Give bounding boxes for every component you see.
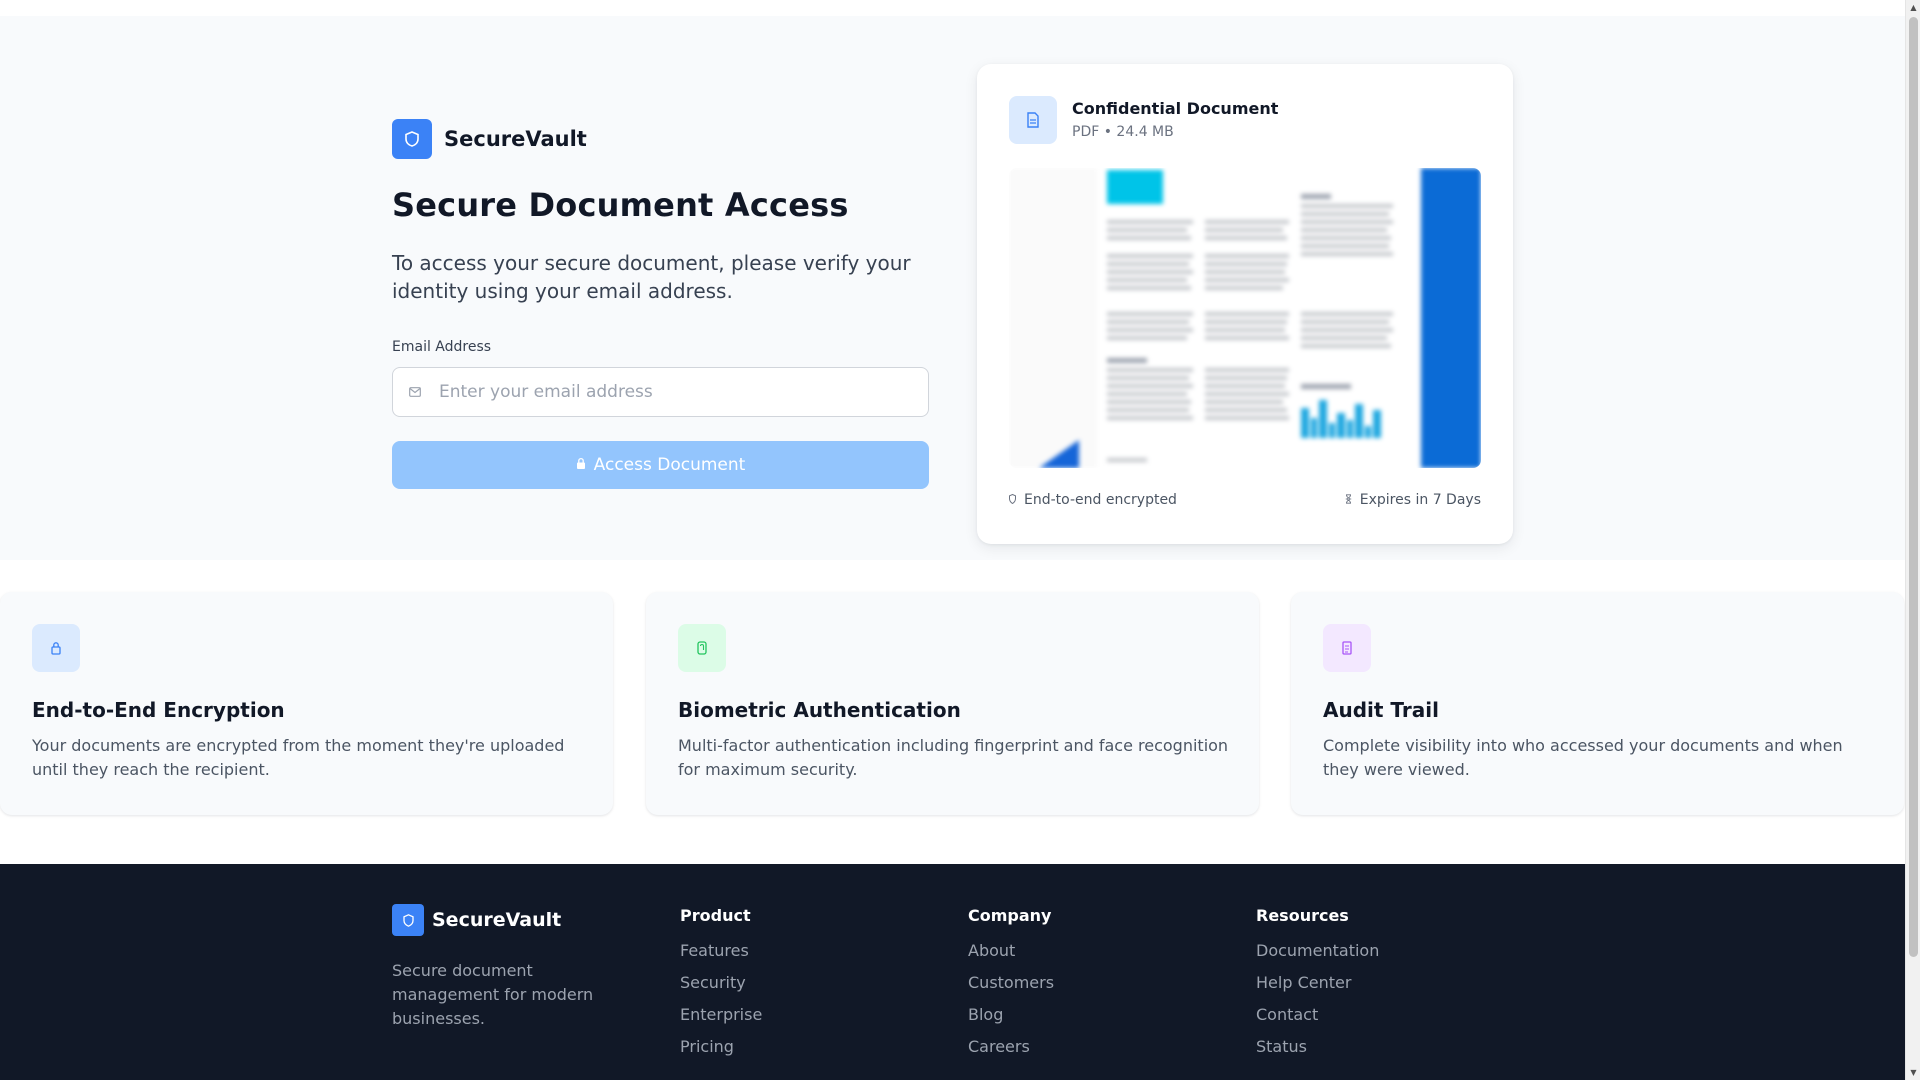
expiry-status: Expires in 7 Days [1344,492,1481,508]
footer-link-pricing[interactable]: Pricing [680,1035,762,1067]
scrollbar-thumb[interactable] [1909,17,1918,957]
footer-brand[interactable]: SecureVault [392,904,561,936]
footer-link-features[interactable]: Features [680,939,762,971]
footer-link-blog[interactable]: Blog [968,1003,1054,1035]
shield-icon [392,904,424,936]
footer-column-company: Company About Customers Blog Careers [968,906,1054,1067]
email-label: Email Address [392,339,492,355]
email-input[interactable] [439,382,879,402]
encryption-status: End-to-end encrypted [1009,492,1177,508]
footer-link-status[interactable]: Status [1256,1035,1379,1067]
page-subtitle: To access your secure document, please v… [392,251,911,303]
brand-name: SecureVault [444,127,587,151]
page-title: Secure Document Access [392,186,849,224]
footer-link-enterprise[interactable]: Enterprise [680,1003,762,1035]
document-card: Confidential Document PDF • 24.4 MB End-… [977,64,1513,544]
top-strip [0,0,1905,16]
shield-icon [1009,492,1016,508]
document-preview [1009,168,1481,468]
fingerprint-icon [678,624,726,672]
footer-link-documentation[interactable]: Documentation [1256,939,1379,971]
history-icon [1323,624,1371,672]
feature-card-biometric: Biometric Authentication Multi-factor au… [646,592,1259,815]
feature-title: Audit Trail [1323,698,1439,722]
lock-icon [32,624,80,672]
vertical-scrollbar[interactable]: ▲ ▼ [1905,0,1920,1080]
footer: SecureVault Secure document management f… [0,864,1905,1080]
footer-brand-name: SecureVault [432,909,562,931]
feature-description: Your documents are encrypted from the mo… [32,736,565,779]
footer-link-contact[interactable]: Contact [1256,1003,1379,1035]
footer-link-careers[interactable]: Careers [968,1035,1054,1067]
feature-card-audit: Audit Trail Complete visibility into who… [1291,592,1904,815]
scroll-up-arrow-icon[interactable]: ▲ [1906,0,1920,15]
expiry-label: Expires in 7 Days [1359,492,1481,508]
shield-icon [392,119,432,159]
feature-description: Complete visibility into who accessed yo… [1323,736,1843,779]
access-document-button[interactable]: Access Document [392,441,929,489]
email-field[interactable] [392,367,929,417]
hero-section: SecureVault Secure Document Access To ac… [0,16,1905,560]
envelope-icon [409,387,421,397]
feature-card-encryption: End-to-End Encryption Your documents are… [0,592,613,815]
document-meta: PDF • 24.4 MB [1072,124,1174,140]
footer-column-title: Resources [1256,906,1349,925]
footer-column-title: Product [680,906,751,925]
encryption-label: End-to-end encrypted [1024,492,1177,508]
scroll-down-arrow-icon[interactable]: ▼ [1906,1065,1920,1080]
features-section: End-to-End Encryption Your documents are… [0,592,1905,817]
footer-link-help-center[interactable]: Help Center [1256,971,1379,1003]
feature-title: Biometric Authentication [678,698,961,722]
page: SecureVault Secure Document Access To ac… [0,0,1905,1080]
footer-column-product: Product Features Security Enterprise Pri… [680,906,762,1067]
access-button-label: Access Document [593,455,746,475]
clock-icon [1344,492,1352,508]
footer-column-resources: Resources Documentation Help Center Cont… [1256,906,1379,1067]
footer-link-about[interactable]: About [968,939,1054,971]
lock-icon [576,455,586,475]
footer-column-title: Company [968,906,1052,925]
footer-link-customers[interactable]: Customers [968,971,1054,1003]
file-icon [1009,96,1057,144]
footer-link-security[interactable]: Security [680,971,762,1003]
footer-tagline: Secure document management for modern bu… [392,961,594,1028]
brand[interactable]: SecureVault [392,119,587,159]
feature-description: Multi-factor authentication including fi… [678,736,1229,779]
feature-title: End-to-End Encryption [32,698,285,722]
document-title: Confidential Document [1072,99,1279,118]
